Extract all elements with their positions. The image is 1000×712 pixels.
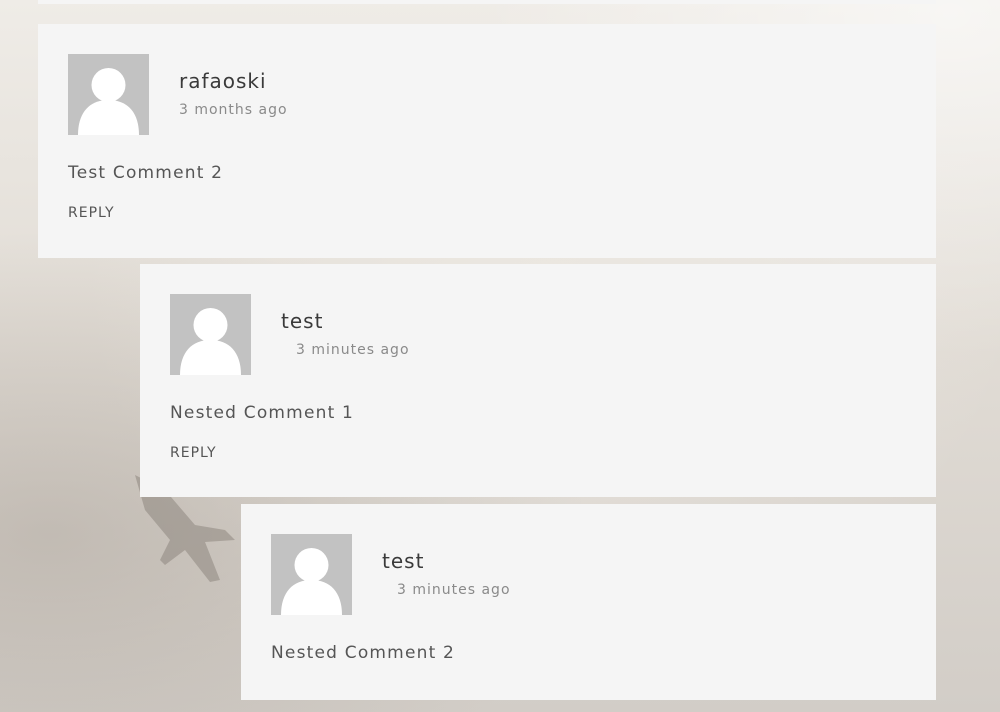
- comment-author[interactable]: test: [382, 549, 424, 573]
- previous-comment-edge: [38, 0, 936, 4]
- reply-button[interactable]: REPLY: [170, 444, 217, 462]
- comment-author[interactable]: test: [281, 309, 323, 333]
- comment-card: rafaoski 3 months ago Test Comment 2 REP…: [38, 24, 936, 258]
- comment-author[interactable]: rafaoski: [179, 69, 267, 93]
- default-user-avatar-icon[interactable]: [271, 534, 352, 615]
- comment-body: Test Comment 2: [68, 163, 224, 183]
- comment-body: Nested Comment 2: [271, 643, 456, 663]
- default-user-avatar-icon[interactable]: [170, 294, 251, 375]
- nested-comment-card: test 3 minutes ago Nested Comment 1 REPL…: [140, 264, 936, 497]
- comment-timestamp[interactable]: 3 months ago: [179, 101, 288, 119]
- default-user-avatar-icon[interactable]: [68, 54, 149, 135]
- comment-body: Nested Comment 1: [170, 403, 355, 423]
- comment-timestamp[interactable]: 3 minutes ago: [296, 341, 410, 359]
- reply-button[interactable]: REPLY: [68, 204, 115, 222]
- nested-comment-card: test 3 minutes ago Nested Comment 2: [241, 504, 936, 700]
- comment-timestamp[interactable]: 3 minutes ago: [397, 581, 511, 599]
